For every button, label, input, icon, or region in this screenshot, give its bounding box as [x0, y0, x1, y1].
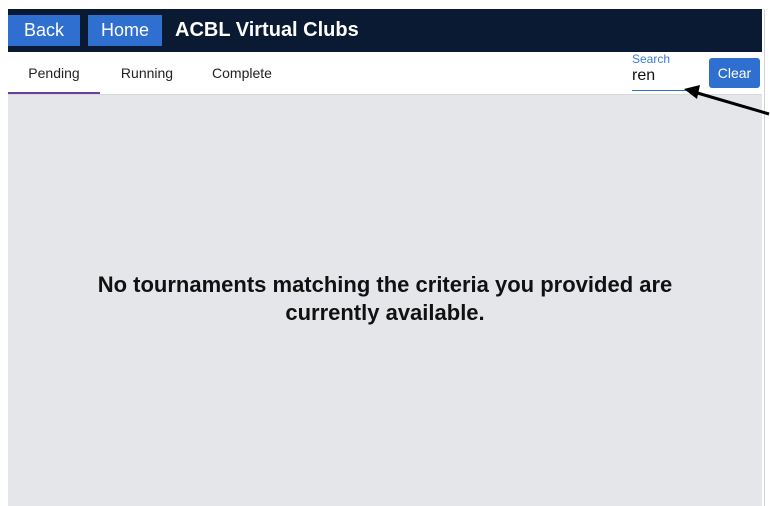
search-label: Search	[632, 52, 671, 66]
tab-complete[interactable]: Complete	[198, 52, 286, 94]
app-window: Back Home ACBL Virtual Clubs Pending Run…	[8, 9, 762, 506]
tab-bar: Pending Running Complete Search Clear	[8, 52, 762, 95]
clear-button[interactable]: Clear	[709, 58, 760, 88]
search-field[interactable]: Search	[632, 53, 688, 91]
tab-pending[interactable]: Pending	[8, 52, 100, 94]
window-edge	[764, 9, 765, 506]
app-title: ACBL Virtual Clubs	[175, 19, 359, 41]
tab-running[interactable]: Running	[107, 52, 187, 94]
active-tab-indicator	[8, 92, 100, 94]
search-input[interactable]	[632, 66, 688, 86]
header-bar: Back Home ACBL Virtual Clubs	[8, 9, 762, 52]
home-button[interactable]: Home	[88, 15, 162, 46]
empty-state-message: No tournaments matching the criteria you…	[97, 272, 673, 325]
back-button[interactable]: Back	[8, 15, 80, 46]
